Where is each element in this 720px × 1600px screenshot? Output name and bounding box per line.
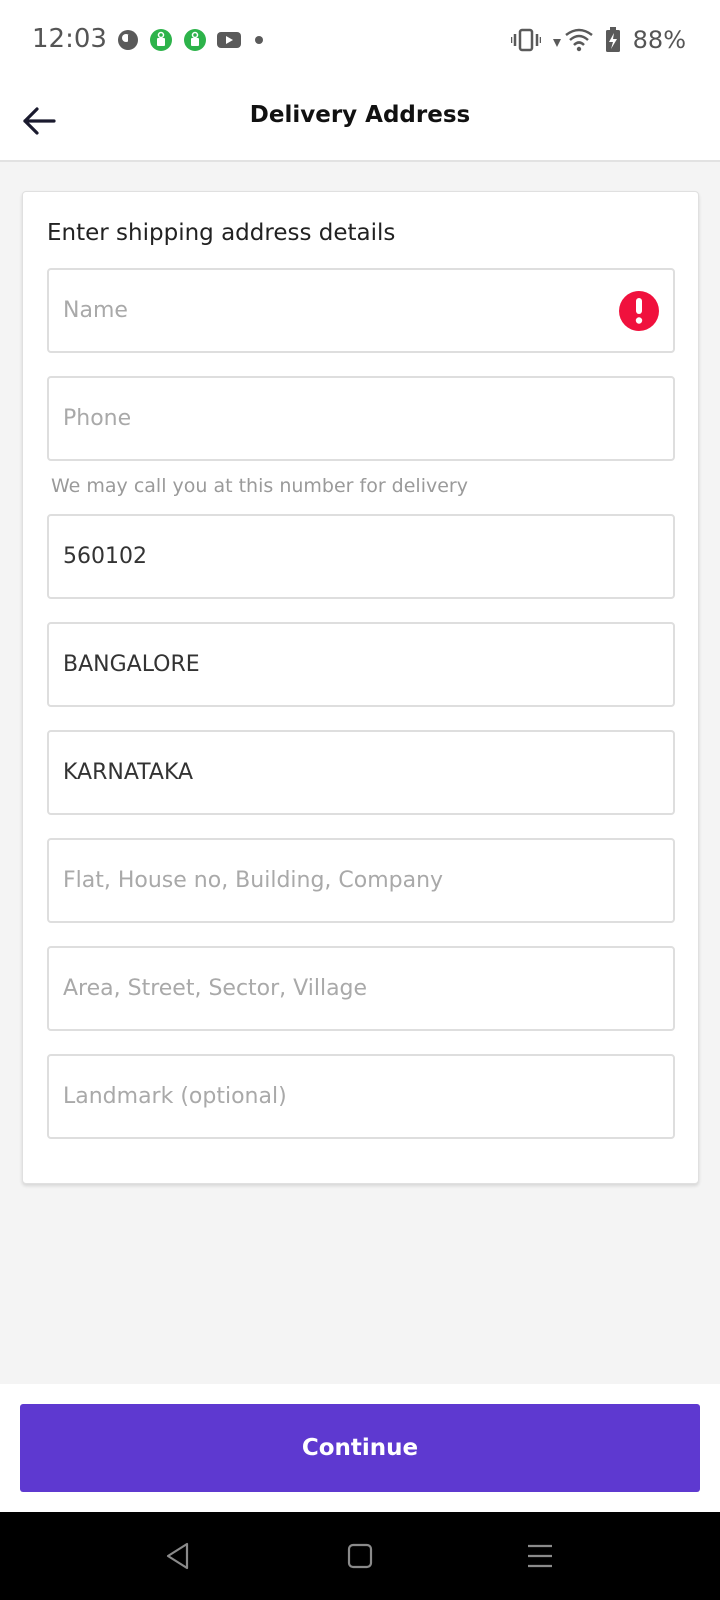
state-field[interactable] bbox=[47, 730, 675, 815]
nav-home-button[interactable] bbox=[338, 1534, 382, 1578]
shipping-address-form: Enter shipping address details We may ca… bbox=[22, 191, 699, 1184]
nav-menu-button[interactable] bbox=[518, 1534, 562, 1578]
area-input[interactable] bbox=[63, 948, 623, 1029]
flat-input[interactable] bbox=[63, 840, 623, 921]
phone-field[interactable] bbox=[47, 376, 675, 461]
page-title: Delivery Address bbox=[249, 102, 471, 128]
system-nav-bar bbox=[0, 1512, 720, 1600]
area-field[interactable] bbox=[47, 946, 675, 1031]
landmark-field[interactable] bbox=[47, 1054, 675, 1139]
home-square-icon bbox=[347, 1543, 373, 1569]
vibrate-icon bbox=[510, 28, 541, 52]
menu-lines-icon bbox=[528, 1544, 552, 1568]
continue-button[interactable]: Continue bbox=[20, 1404, 700, 1492]
back-triangle-icon bbox=[166, 1542, 189, 1570]
status-time: 12:03 bbox=[32, 24, 107, 54]
city-input[interactable] bbox=[63, 624, 623, 705]
status-bar: 12:03 88% bbox=[0, 0, 720, 80]
city-field[interactable] bbox=[47, 622, 675, 707]
landmark-input[interactable] bbox=[63, 1056, 623, 1137]
system-icons: 88% bbox=[510, 26, 686, 54]
pincode-input[interactable] bbox=[63, 516, 623, 597]
error-exclamation-icon bbox=[619, 291, 659, 331]
youtube-icon bbox=[217, 32, 241, 48]
phone-helper-text: We may call you at this number for deliv… bbox=[51, 475, 468, 497]
app-bar: Delivery Address bbox=[0, 80, 720, 162]
state-input[interactable] bbox=[63, 732, 623, 813]
pincode-field[interactable] bbox=[47, 514, 675, 599]
bottom-action-bar: Continue bbox=[0, 1384, 720, 1512]
wifi-icon bbox=[552, 28, 593, 52]
nav-back-button[interactable] bbox=[156, 1534, 200, 1578]
flat-field[interactable] bbox=[47, 838, 675, 923]
name-input[interactable] bbox=[63, 270, 623, 351]
battery-percentage: 88% bbox=[632, 26, 686, 54]
form-heading: Enter shipping address details bbox=[47, 220, 396, 246]
green-app-icon bbox=[184, 29, 206, 51]
app-notification-icon bbox=[118, 30, 138, 50]
phone-input[interactable] bbox=[63, 378, 623, 459]
name-field[interactable] bbox=[47, 268, 675, 353]
battery-charging-icon bbox=[605, 27, 620, 52]
notification-icons bbox=[117, 28, 267, 52]
green-app-icon bbox=[150, 29, 172, 51]
dot-icon bbox=[255, 36, 263, 44]
